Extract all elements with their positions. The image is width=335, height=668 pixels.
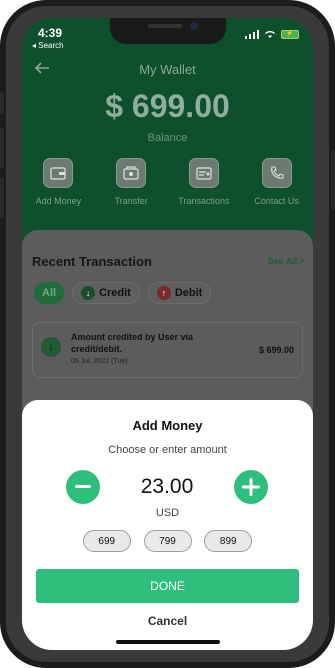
filter-all[interactable]: All <box>34 282 65 304</box>
home-indicator[interactable] <box>116 640 220 644</box>
balance-amount: $ 699.00 <box>105 88 230 124</box>
transfer-icon <box>116 158 147 188</box>
transaction-filters: All ↓ Credit ↑ Debit <box>34 282 212 304</box>
wallet-header: 4:39 ◂ Search ⚡ My Wallet $ 699.00 Balan… <box>22 18 313 248</box>
page-title: My Wallet <box>139 62 196 77</box>
add-money-sheet: Add Money Choose or enter amount 23.00 U… <box>22 400 313 650</box>
side-button-mute <box>0 92 4 114</box>
add-money-subtitle: Choose or enter amount <box>108 444 227 456</box>
phone-icon <box>261 158 292 188</box>
add-money-action[interactable]: Add Money <box>23 158 93 206</box>
add-money-label: Add Money <box>35 196 82 206</box>
filter-debit-label: Debit <box>174 287 203 299</box>
wifi-icon <box>265 31 275 38</box>
side-button-volume-up <box>0 128 4 168</box>
contact-us-label: Contact Us <box>254 196 299 206</box>
status-icons: ⚡ <box>245 30 299 39</box>
wallet-icon <box>43 158 74 188</box>
recent-transaction-title: Recent Transaction <box>32 254 152 269</box>
add-money-title: Add Money <box>132 418 203 433</box>
phone-screen: 4:39 ◂ Search ⚡ My Wallet $ 699.00 Balan… <box>22 18 313 650</box>
transaction-item[interactable]: ↓ Amount credited by User via credit/deb… <box>32 322 303 378</box>
status-bar: 4:39 ◂ Search ⚡ <box>22 18 313 58</box>
filter-all-label: All <box>42 287 57 299</box>
transaction-date: 05 Jul, 2022 (Tue) <box>71 358 128 365</box>
decrease-amount-button[interactable] <box>66 470 100 504</box>
notch <box>110 18 226 44</box>
transactions-icon <box>188 158 219 188</box>
transaction-description: Amount credited by User via credit/debit… <box>71 332 194 354</box>
transactions-action[interactable]: Transactions <box>169 158 239 206</box>
done-button[interactable]: DONE <box>36 569 299 603</box>
filter-debit[interactable]: ↑ Debit <box>147 282 212 304</box>
wallet-actions: Add Money Transfer Transactions Contact … <box>22 158 313 206</box>
credit-arrow-icon: ↓ <box>41 337 61 357</box>
minus-icon <box>75 485 91 488</box>
preset-amount[interactable]: 699 <box>82 530 131 552</box>
plus-icon <box>242 478 260 496</box>
preset-amounts: 699 799 899 <box>22 530 313 552</box>
preset-amount[interactable]: 899 <box>204 530 253 552</box>
side-button-volume-down <box>0 178 4 218</box>
filter-credit[interactable]: ↓ Credit <box>72 282 140 304</box>
cancel-button[interactable]: Cancel <box>22 614 313 628</box>
amount-value[interactable]: 23.00 <box>112 475 222 499</box>
transfer-label: Transfer <box>114 196 148 206</box>
battery-icon: ⚡ <box>281 30 299 39</box>
filter-credit-label: Credit <box>99 287 131 299</box>
increase-amount-button[interactable] <box>234 470 268 504</box>
arrow-down-icon: ↓ <box>81 286 96 300</box>
side-button-power <box>331 150 335 210</box>
transactions-label: Transactions <box>178 196 230 206</box>
balance-label: Balance <box>147 132 188 144</box>
status-time: 4:39 <box>38 26 63 40</box>
arrow-up-icon: ↑ <box>156 286 171 300</box>
preset-amount[interactable]: 799 <box>143 530 192 552</box>
back-to-app-link[interactable]: ◂ Search <box>32 41 64 50</box>
speaker <box>148 24 182 28</box>
contact-us-action[interactable]: Contact Us <box>242 158 312 206</box>
transaction-amount: $ 699.00 <box>258 345 294 355</box>
transfer-action[interactable]: Transfer <box>96 158 166 206</box>
camera <box>190 22 198 30</box>
signal-icon <box>245 30 259 39</box>
see-all-link[interactable]: See All > <box>268 256 305 266</box>
currency-label: USD <box>155 507 180 519</box>
